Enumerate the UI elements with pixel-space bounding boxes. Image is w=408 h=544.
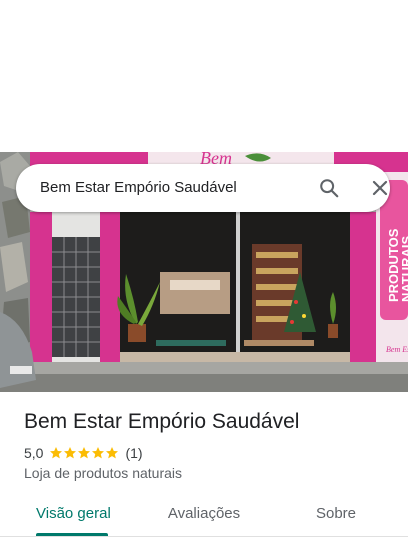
review-count[interactable]: (1)	[125, 445, 142, 461]
star-icon	[50, 447, 63, 459]
search-input[interactable]: Bem Estar Empório Saudável	[40, 164, 237, 212]
sticker-text: Bem Estar	[386, 345, 408, 354]
star-icon	[78, 447, 91, 459]
star-icon	[106, 447, 119, 459]
place-title: Bem Estar Empório Saudável	[24, 410, 300, 433]
rating-row[interactable]: 5,0 (1)	[24, 444, 143, 462]
rating-value: 5,0	[24, 445, 44, 461]
banner-line-2: NATURAIS	[399, 235, 408, 302]
search-bar[interactable]: Bem Estar Empório Saudável	[16, 164, 390, 212]
tab-overview[interactable]: Visão geral	[36, 500, 111, 536]
search-icon[interactable]	[318, 177, 340, 199]
close-icon[interactable]	[370, 178, 390, 198]
divider	[0, 536, 408, 537]
star-icon	[92, 447, 105, 459]
star-icon	[64, 447, 77, 459]
place-category: Loja de produtos naturais	[24, 465, 182, 481]
rating-stars	[49, 446, 119, 460]
tab-bar: Visão geral Avaliações Sobre	[0, 500, 408, 536]
tab-reviews[interactable]: Avaliações	[160, 500, 248, 536]
tab-about[interactable]: Sobre	[304, 500, 368, 536]
